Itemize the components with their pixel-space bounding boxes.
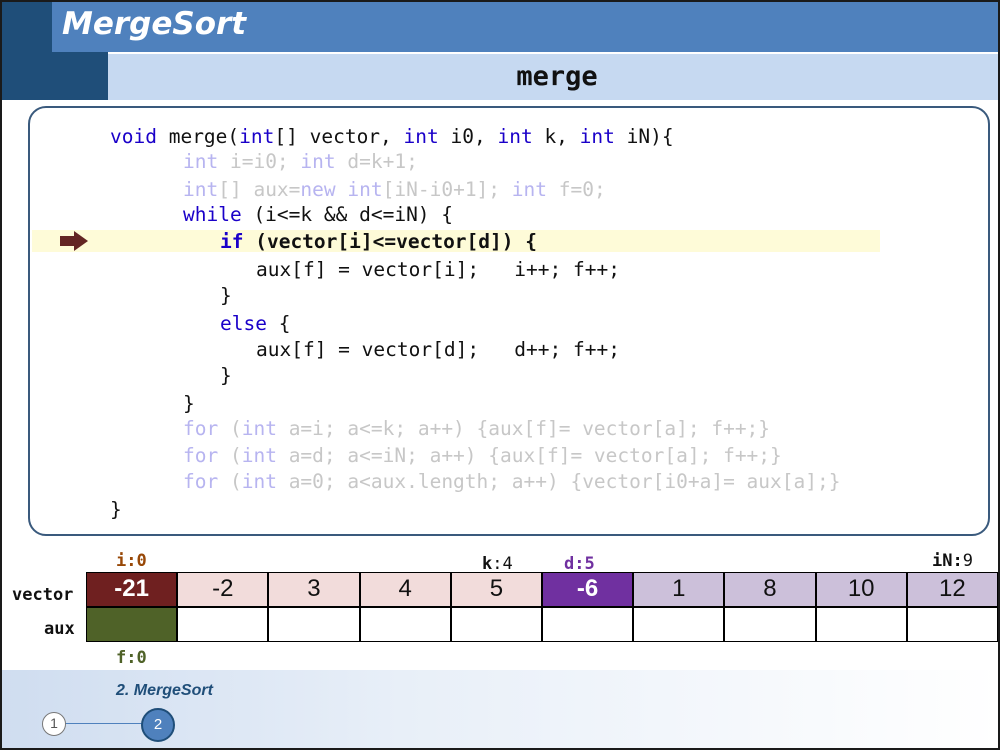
step-2-button[interactable]: 2 [141,708,175,742]
code-keyword: int [497,125,533,148]
current-line-arrow-icon [60,231,88,251]
vector-cell: 12 [906,572,998,607]
aux-cell [724,607,816,642]
vector-cell: 5 [450,572,542,607]
var-f-indicator: f:0 [116,648,147,668]
code-keyword: int [239,125,275,148]
var-d-indicator: d:5 [564,554,595,574]
vector-cell: 10 [815,572,907,607]
code-keyword: int [511,178,548,201]
code-token: [iN-i0+1]; [382,178,512,201]
code-token: i=i0; [218,150,301,173]
code-keyword: int [403,125,439,148]
code-token: (vector[i]<=vector[d]) { [243,230,537,253]
var-i-indicator: i:0 [116,551,147,571]
code-keyword: int [183,178,219,201]
aux-cell [450,607,542,642]
step-1-button[interactable]: 1 [42,712,66,736]
code-token: } [220,284,232,307]
code-line: else { [220,312,290,335]
aux-cell [359,607,451,642]
aux-cell [906,607,998,642]
code-keyword: int [241,444,277,467]
code-line: int i=i0; int d=k+1; [183,150,418,173]
code-line: } [110,498,122,521]
aux-cell [86,607,178,642]
aux-cell [633,607,725,642]
code-token: merge( [156,125,240,148]
aux-row-label: aux [44,619,75,639]
aux-cell [177,607,269,642]
code-line: } [220,284,232,307]
code-keyword: new [300,178,336,201]
slide: MergeSort merge void merge(int[] vector,… [0,0,1000,750]
code-keyword: int [183,150,219,173]
code-keyword: void [110,125,157,148]
code-token: d=k+1; [335,150,418,173]
vector-row-label: vector [12,585,74,605]
code-token: aux[f] = vector[i]; i++; f++; [256,258,620,281]
code-line: for (int a=d; a<=iN; a++) {aux[f]= vecto… [183,444,782,467]
code-token: } [183,392,195,415]
code-token: i0, [438,125,498,148]
code-keyword: while [183,203,242,226]
vector-cell: -21 [86,572,178,607]
vector-cell: 3 [268,572,360,607]
code-token: } [110,498,122,521]
page-title: MergeSort [62,6,247,42]
code-line: while (i<=k && d<=iN) { [183,203,453,226]
code-token: } [220,364,232,387]
subtitle-bar: merge [108,54,998,100]
code-token: ( [218,444,242,467]
vector-cell: -6 [542,572,634,607]
code-keyword: for [183,470,219,493]
code-token: [] vector, [274,125,404,148]
aux-cell [542,607,634,642]
code-keyword: for [183,417,219,440]
code-token: aux[f] = vector[d]; d++; f++; [256,338,620,361]
code-line: } [183,392,195,415]
code-keyword: else [220,312,267,335]
code-token: k, [532,125,580,148]
code-token: a=d; a<=iN; a++) {aux[f]= vector[a]; f++… [276,444,782,467]
code-token: a=i; a<=k; a++) {aux[f]= vector[a]; f++;… [276,417,771,440]
footer-section-title: 2. MergeSort [116,682,213,699]
vector-cell: 8 [724,572,816,607]
code-keyword: int [579,125,615,148]
aux-cell [815,607,907,642]
code-keyword: int [300,150,336,173]
code-token: iN){ [614,125,674,148]
array-grid: -21 -2 3 4 5 -6 1 8 10 12 [86,572,998,642]
code-line: } [220,364,232,387]
code-token: ( [218,417,242,440]
code-line: for (int a=0; a<aux.length; a++) {vector… [183,470,840,493]
code-token: ( [218,470,242,493]
code-token: a=0; a<aux.length; a++) {vector[i0+a]= a… [276,470,841,493]
code-line: int[] aux=new int[iN-i0+1]; int f=0; [183,178,606,201]
code-line: for (int a=i; a<=k; a++) {aux[f]= vector… [183,417,770,440]
vector-cell: 4 [359,572,451,607]
code-line: aux[f] = vector[i]; i++; f++; [256,258,620,281]
vector-cell: 1 [633,572,725,607]
code-line-current: if (vector[i]<=vector[d]) { [220,230,537,253]
code-line: void merge(int[] vector, int i0, int k, … [110,125,674,148]
code-token: (i<=k && d<=iN) { [241,203,454,226]
code-keyword: int [241,417,277,440]
code-keyword: int [241,470,277,493]
section-subtitle: merge [516,61,598,92]
code-keyword: int [347,178,383,201]
code-token: { [266,312,291,335]
code-token: [] aux= [218,178,301,201]
var-iN-indicator: iN:9 [932,551,973,571]
vector-cell: -2 [177,572,269,607]
code-keyword: for [183,444,219,467]
aux-cell [268,607,360,642]
code-line: aux[f] = vector[d]; d++; f++; [256,338,620,361]
step-connector [64,723,144,724]
code-token: f=0; [547,178,606,201]
var-k-indicator: k:4 [482,554,513,574]
code-keyword: if [220,230,244,253]
